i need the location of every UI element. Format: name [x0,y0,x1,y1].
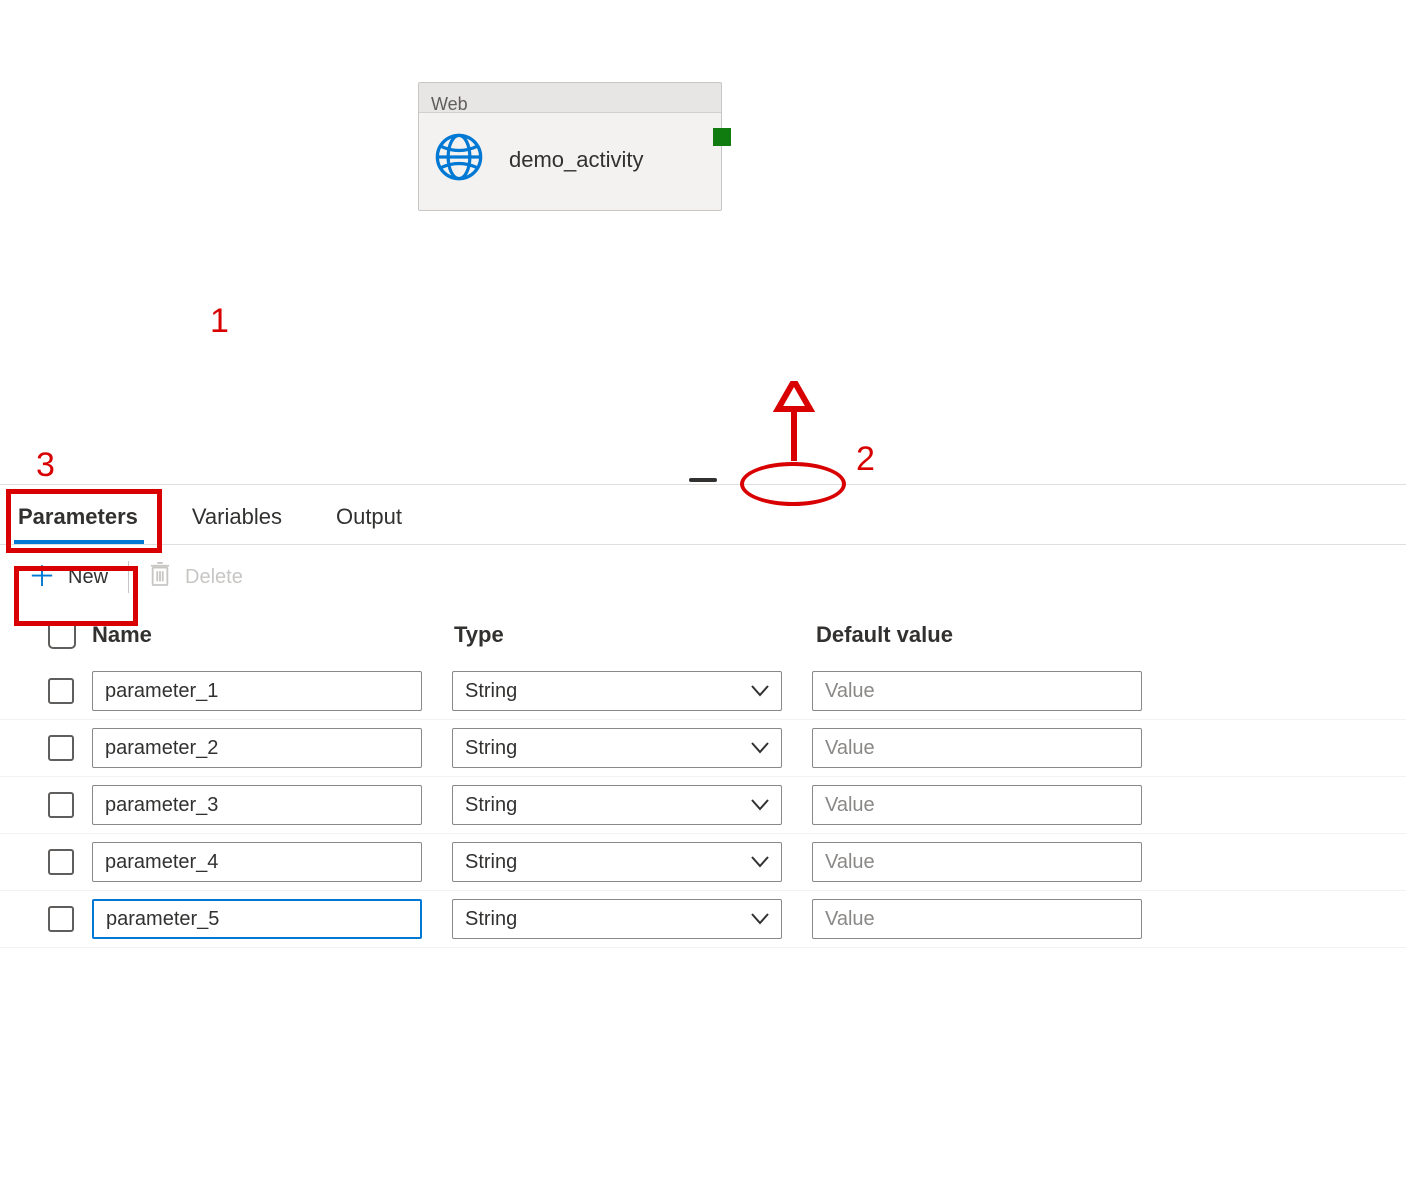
pane-drag-handle[interactable] [689,478,717,482]
type-value: String [465,794,517,817]
delete-button: Delete [149,561,243,593]
activity-node[interactable]: Web demo_activity [418,82,722,211]
annotation-2: 2 [856,440,875,479]
chevron-down-icon [751,737,769,760]
parameters-toolbar: ＋ New Delete [0,545,1406,611]
activity-name: demo_activity [509,147,644,173]
type-select[interactable]: String [452,899,782,939]
name-input[interactable]: parameter_3 [92,785,422,825]
column-header-name: Name [92,622,454,648]
table-header-row: Name Type Default value [0,611,1406,663]
table-row: parameter_5 String Value [0,891,1406,948]
type-value: String [465,737,517,760]
annotation-1: 1 [210,302,229,341]
annotation-3: 3 [36,446,55,485]
name-input[interactable]: parameter_4 [92,842,422,882]
column-header-default: Default value [816,622,1178,648]
chevron-down-icon [751,908,769,931]
default-value-input[interactable]: Value [812,899,1142,939]
type-select[interactable]: String [452,842,782,882]
default-value-input[interactable]: Value [812,671,1142,711]
table-row: parameter_4 String Value [0,834,1406,891]
column-header-type: Type [454,622,816,648]
default-value-input[interactable]: Value [812,728,1142,768]
globe-icon [433,131,485,188]
row-checkbox[interactable] [48,792,74,818]
annotation-arrow-icon [770,381,818,466]
tab-variables[interactable]: Variables [188,490,302,544]
type-value: String [465,851,517,874]
chevron-down-icon [751,851,769,874]
tab-output[interactable]: Output [332,490,422,544]
type-value: String [465,908,517,931]
default-value-input[interactable]: Value [812,842,1142,882]
type-select[interactable]: String [452,728,782,768]
type-value: String [465,680,517,703]
name-input[interactable]: parameter_2 [92,728,422,768]
chevron-down-icon [751,680,769,703]
type-select[interactable]: String [452,785,782,825]
row-checkbox[interactable] [48,678,74,704]
row-checkbox[interactable] [48,735,74,761]
table-row: parameter_3 String Value [0,777,1406,834]
chevron-down-icon [751,794,769,817]
name-input[interactable]: parameter_5 [92,899,422,939]
activity-success-port[interactable] [713,128,731,146]
pipeline-canvas[interactable]: Web demo_activity 1 2 [0,0,1406,485]
name-input[interactable]: parameter_1 [92,671,422,711]
annotation-box-new [14,566,138,626]
trash-icon [149,561,185,593]
tab-bar: Parameters Variables Output [0,485,1406,545]
table-row: parameter_2 String Value [0,720,1406,777]
activity-type-label: Web [419,83,721,113]
type-select[interactable]: String [452,671,782,711]
annotation-box-parameters [6,489,162,553]
default-value-input[interactable]: Value [812,785,1142,825]
row-checkbox[interactable] [48,849,74,875]
row-checkbox[interactable] [48,906,74,932]
delete-button-label: Delete [185,566,243,589]
parameters-table: Name Type Default value parameter_1 Strin… [0,611,1406,948]
table-row: parameter_1 String Value [0,663,1406,720]
